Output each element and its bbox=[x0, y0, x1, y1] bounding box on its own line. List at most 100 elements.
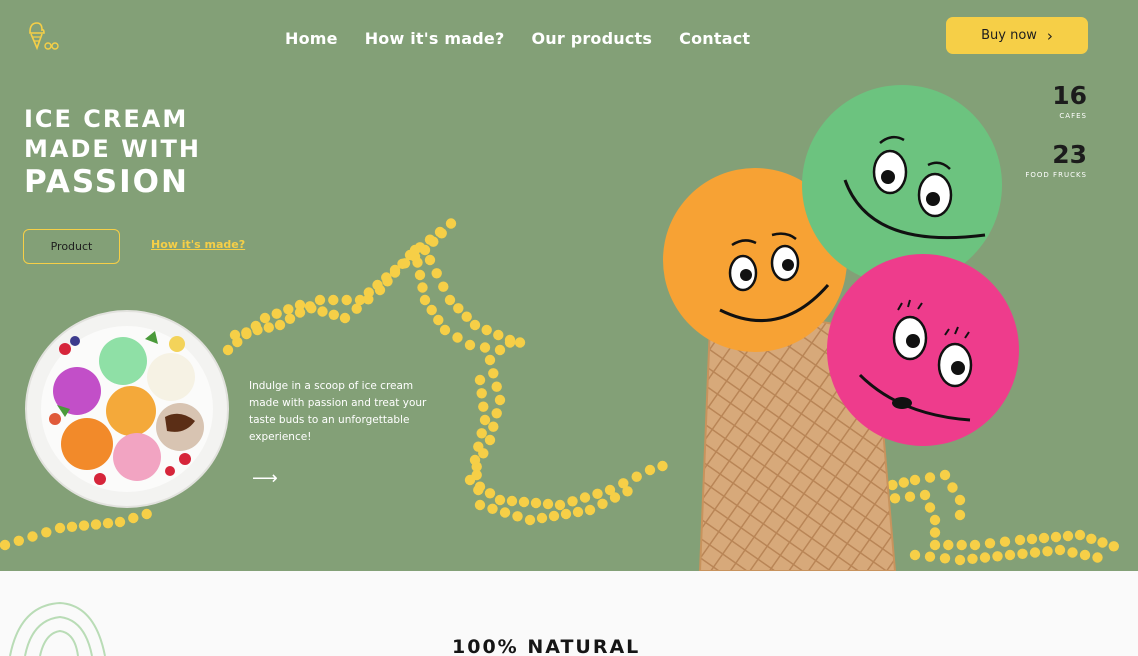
ice-cream-logo-icon[interactable] bbox=[26, 20, 60, 54]
ribbon-dot bbox=[592, 488, 603, 499]
ribbon-dot bbox=[469, 319, 481, 331]
hero-headline: ICE CREAM MADE WITH PASSION bbox=[24, 104, 201, 200]
ribbon-dot bbox=[481, 324, 492, 336]
ribbon-dot bbox=[271, 308, 282, 319]
ribbon-dot bbox=[54, 522, 66, 534]
ribbon-dot bbox=[1067, 547, 1078, 558]
leaf-outline-decoration bbox=[9, 601, 106, 656]
arrow-right-icon[interactable]: ⟶ bbox=[252, 468, 278, 489]
ribbon-dot bbox=[506, 495, 518, 507]
product-button[interactable]: Product bbox=[23, 229, 120, 264]
ribbon-dot bbox=[530, 497, 542, 509]
nav-item-how-its-made[interactable]: How it's made? bbox=[365, 29, 505, 48]
main-nav: Home How it's made? Our products Contact bbox=[285, 29, 750, 48]
ribbon-dot bbox=[548, 510, 560, 522]
headline-line-3: PASSION bbox=[24, 164, 189, 200]
ribbon-dot bbox=[491, 408, 502, 419]
ribbon-dot bbox=[484, 354, 496, 366]
ribbon-dot bbox=[1062, 530, 1074, 542]
ribbon-dot bbox=[1086, 533, 1097, 544]
ribbon-dot bbox=[476, 428, 487, 439]
ribbon-dot bbox=[1054, 544, 1066, 556]
ribbon-dot bbox=[426, 304, 437, 316]
ribbon-dot bbox=[304, 301, 316, 312]
stat-value: 16 bbox=[1052, 81, 1087, 110]
ice-cream-plate-image bbox=[25, 310, 229, 508]
ribbon-dot bbox=[284, 313, 296, 324]
ribbon-dot bbox=[471, 469, 482, 481]
headline-line-2: MADE WITH bbox=[24, 135, 201, 163]
ribbon-dot bbox=[461, 311, 472, 322]
ribbon-dot bbox=[263, 322, 274, 333]
stat-label: CAFES bbox=[1059, 112, 1087, 120]
ribbon-dot bbox=[317, 306, 328, 317]
ribbon-dot bbox=[252, 324, 263, 336]
nav-item-our-products[interactable]: Our products bbox=[531, 29, 652, 48]
ribbon-dot bbox=[27, 531, 38, 542]
ribbon-dot bbox=[536, 512, 548, 524]
ribbon-dot bbox=[476, 388, 487, 399]
nav-item-home[interactable]: Home bbox=[285, 29, 338, 48]
ribbon-dot bbox=[488, 368, 499, 379]
ribbon-dot bbox=[414, 269, 426, 281]
buy-now-label: Buy now bbox=[981, 28, 1037, 43]
buy-now-button[interactable]: Buy now › bbox=[946, 17, 1088, 54]
ribbon-dot bbox=[141, 508, 152, 520]
ribbon-dot bbox=[473, 484, 484, 496]
ribbon-dot bbox=[579, 492, 591, 503]
ribbon-dot bbox=[412, 257, 423, 268]
ribbon-dot bbox=[479, 342, 491, 353]
hero-description: Indulge in a scoop of ice cream made wit… bbox=[249, 380, 427, 443]
hero-section: Home How it's made? Our products Contact… bbox=[0, 0, 1138, 571]
ribbon-dot bbox=[484, 488, 496, 499]
nav-item-contact[interactable]: Contact bbox=[679, 29, 750, 48]
ribbon-dot bbox=[1042, 546, 1053, 557]
ribbon-dot bbox=[567, 496, 578, 507]
chevron-right-icon: › bbox=[1046, 26, 1053, 45]
headline-line-1: ICE CREAM bbox=[24, 105, 189, 133]
ribbon-dot bbox=[1074, 529, 1086, 541]
ribbon-dot bbox=[102, 518, 114, 529]
ribbon-dot bbox=[241, 327, 252, 338]
stat-cafes: 16 CAFES bbox=[1052, 81, 1087, 121]
ribbon-dot bbox=[1092, 552, 1103, 563]
ribbon-dot bbox=[484, 434, 496, 446]
ribbon-dot bbox=[473, 441, 484, 452]
ribbon-dot bbox=[474, 374, 486, 386]
ribbon-dot bbox=[584, 504, 596, 516]
ribbon-dot bbox=[41, 527, 52, 538]
ribbon-dot bbox=[438, 281, 449, 292]
ribbon-dot bbox=[1050, 531, 1062, 543]
ribbon-dot bbox=[1038, 532, 1050, 544]
ribbon-dot bbox=[354, 294, 366, 306]
ribbon-dot bbox=[1097, 537, 1108, 548]
ribbon-dot bbox=[560, 508, 572, 520]
ribbon-dot bbox=[424, 254, 436, 266]
ribbon-dot bbox=[114, 516, 126, 528]
ribbon-dot bbox=[1108, 541, 1120, 552]
ribbon-dot bbox=[341, 294, 352, 306]
ribbon-dot bbox=[622, 486, 633, 497]
ribbon-dot bbox=[478, 401, 489, 412]
section-title: 100% NATURAL bbox=[452, 636, 641, 656]
ribbon-dot bbox=[428, 236, 439, 247]
ribbon-dot bbox=[609, 492, 621, 503]
ribbon-dot bbox=[504, 334, 516, 346]
how-its-made-link[interactable]: How it's made? bbox=[151, 238, 245, 251]
ribbon-dot bbox=[419, 244, 431, 256]
ribbon-dot bbox=[339, 312, 351, 324]
ribbon-dot bbox=[78, 520, 90, 531]
ribbon-dot bbox=[554, 499, 566, 511]
ribbon-dot bbox=[372, 279, 383, 291]
ribbon-dot bbox=[0, 539, 11, 551]
ribbon-dot bbox=[229, 329, 241, 341]
ribbon-dot bbox=[433, 314, 444, 326]
ribbon-dot bbox=[314, 294, 326, 306]
ribbon-dot bbox=[419, 294, 431, 306]
ribbon-dot bbox=[445, 218, 457, 229]
ribbon-dot bbox=[439, 324, 451, 336]
ribbon-dot bbox=[479, 414, 491, 426]
ribbon-dot bbox=[328, 309, 339, 320]
ribbon-dot bbox=[399, 258, 411, 269]
ribbon-dot bbox=[494, 494, 506, 506]
